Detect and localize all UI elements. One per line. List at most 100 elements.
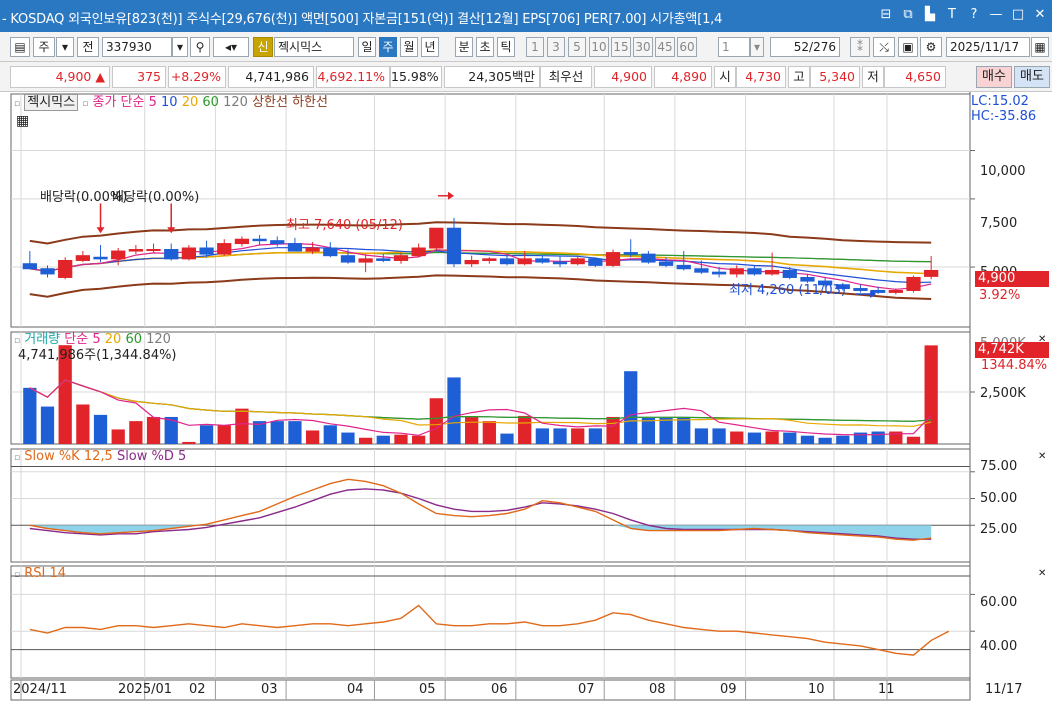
chevron-down-icon[interactable]: ▾	[56, 37, 74, 57]
volume-bar	[500, 433, 514, 444]
count-total: /276	[809, 40, 836, 54]
interval-30[interactable]: 30	[633, 37, 653, 57]
chart-setting-icon[interactable]: ▙	[922, 6, 938, 24]
maximize-icon[interactable]: □	[1010, 6, 1026, 24]
interval-5[interactable]: 5	[568, 37, 586, 57]
save-icon[interactable]: ▣	[898, 37, 918, 57]
candle-body	[128, 249, 144, 252]
low-annotation: 최저 4,260 (11/03)	[729, 283, 847, 298]
candle-body	[146, 249, 161, 252]
interval-3[interactable]: 3	[547, 37, 565, 57]
volume-bar	[217, 425, 231, 444]
close-panel-icon[interactable]: ✕	[1038, 566, 1046, 581]
volume-bar	[535, 428, 549, 444]
high-annotation: 최고 7,640 (05/12)	[286, 218, 404, 233]
candle-body	[446, 227, 462, 265]
interval-45[interactable]: 45	[655, 37, 675, 57]
volume-bar	[836, 435, 850, 444]
stock-name-field[interactable]: 젝시믹스	[274, 37, 354, 57]
count-value-input[interactable]: 52/276	[770, 37, 840, 57]
volume-bar	[429, 398, 443, 444]
minimize-icon[interactable]: —	[988, 6, 1004, 24]
restore-icon[interactable]: ⧉	[900, 6, 916, 24]
current-pct-tag: 3.92%	[979, 288, 1021, 303]
unit-tick[interactable]: 틱	[497, 37, 515, 57]
count-dropdown-icon[interactable]: ▾	[750, 37, 764, 57]
menu-icon[interactable]: ▤	[10, 37, 30, 57]
stock-code-input[interactable]: 337930	[102, 37, 172, 57]
candle-body	[234, 238, 250, 245]
volume-bar	[288, 421, 302, 444]
stoch-tick-50: 50.00	[980, 491, 1018, 506]
volume-bar	[747, 432, 762, 444]
ma-legend-120: 120	[223, 95, 248, 110]
help-icon[interactable]: ?	[966, 6, 982, 24]
volume-bar	[412, 435, 426, 444]
sell-button[interactable]: 매도	[1014, 66, 1050, 88]
volume-percent: 4,692.11%	[316, 66, 390, 88]
count-select[interactable]: 1	[718, 37, 750, 57]
candle-body	[305, 247, 320, 252]
buy-button[interactable]: 매수	[976, 66, 1012, 88]
square-icon: ▫	[14, 453, 21, 463]
high-price: 5,340	[810, 66, 860, 88]
x-label-2025-01: 2025/01	[118, 682, 173, 697]
volume-bar	[341, 432, 355, 444]
unit-minute[interactable]: 분	[455, 37, 473, 57]
x-label-04: 04	[347, 682, 364, 697]
code-dropdown-icon[interactable]: ▾	[172, 37, 188, 57]
candle-body	[853, 288, 868, 291]
x-label-02: 02	[189, 682, 206, 697]
search-icon[interactable]: ⚲	[190, 37, 210, 57]
up-arrow-icon: ▲	[95, 69, 105, 84]
draw-tool-icon[interactable]: ⤯	[873, 37, 895, 57]
rsi-legend: RSI 14	[24, 566, 67, 581]
candle-body	[111, 250, 126, 260]
ma-legend-60: 60	[202, 95, 219, 110]
date-input[interactable]: 2025/11/17	[946, 37, 1030, 57]
stoch-k-legend: Slow %K 12,5	[24, 449, 113, 464]
candle-body	[376, 258, 391, 261]
interval-60[interactable]: 60	[677, 37, 697, 57]
x-label-09: 09	[720, 682, 737, 697]
sound-icon[interactable]: ◂▾	[213, 37, 249, 57]
unit-second[interactable]: 초	[476, 37, 494, 57]
candle-body	[58, 259, 73, 278]
period-month[interactable]: 월	[400, 37, 418, 57]
compare-icon[interactable]: ⁑	[850, 37, 870, 57]
volume-bar	[40, 406, 55, 444]
text-size-icon[interactable]: T	[944, 6, 960, 24]
volume-panel-legend: ▫ 거래량 단순 5 20 60 120	[14, 332, 171, 349]
x-label-10: 10	[808, 682, 825, 697]
close-panel-icon[interactable]: ✕	[1038, 449, 1046, 464]
period-year[interactable]: 년	[421, 37, 439, 57]
full-button[interactable]: 전	[77, 37, 99, 57]
candle-body	[552, 261, 568, 265]
close-icon[interactable]: ✕	[1032, 6, 1048, 24]
price-panel-legend: ▫ 젝시믹스 ▫ 종가 단순 5 10 20 60 120 상한선 하한선	[14, 94, 328, 112]
period-day[interactable]: 일	[358, 37, 376, 57]
volume-bar	[93, 414, 108, 444]
candle-body	[570, 258, 585, 265]
chart-canvas[interactable]	[0, 92, 1052, 705]
period-week[interactable]: 주	[379, 37, 397, 57]
volume-bar	[518, 415, 532, 444]
interval-15[interactable]: 15	[611, 37, 631, 57]
volume-bar	[394, 434, 408, 444]
chart-area[interactable]: ▫ 젝시믹스 ▫ 종가 단순 5 10 20 60 120 상한선 하한선 ▦ …	[0, 92, 1052, 705]
interval-1[interactable]: 1	[526, 37, 544, 57]
candle-body	[22, 263, 37, 270]
layout-icon[interactable]: ⊟	[878, 6, 894, 24]
candle-body	[217, 243, 232, 255]
close-panel-icon[interactable]: ✕	[1038, 332, 1046, 347]
grid-icon[interactable]: ▦	[16, 114, 29, 129]
stock-label[interactable]: 젝시믹스	[24, 94, 79, 111]
calendar-icon[interactable]: ▦	[1031, 37, 1049, 57]
volume-bar	[323, 425, 337, 444]
volume-bar	[129, 421, 143, 444]
candle-body	[270, 240, 285, 245]
period-mode-select[interactable]: 주	[33, 37, 55, 57]
change-percent: +8.29%	[168, 66, 226, 88]
interval-10[interactable]: 10	[589, 37, 609, 57]
gear-icon[interactable]: ⚙	[920, 37, 942, 57]
